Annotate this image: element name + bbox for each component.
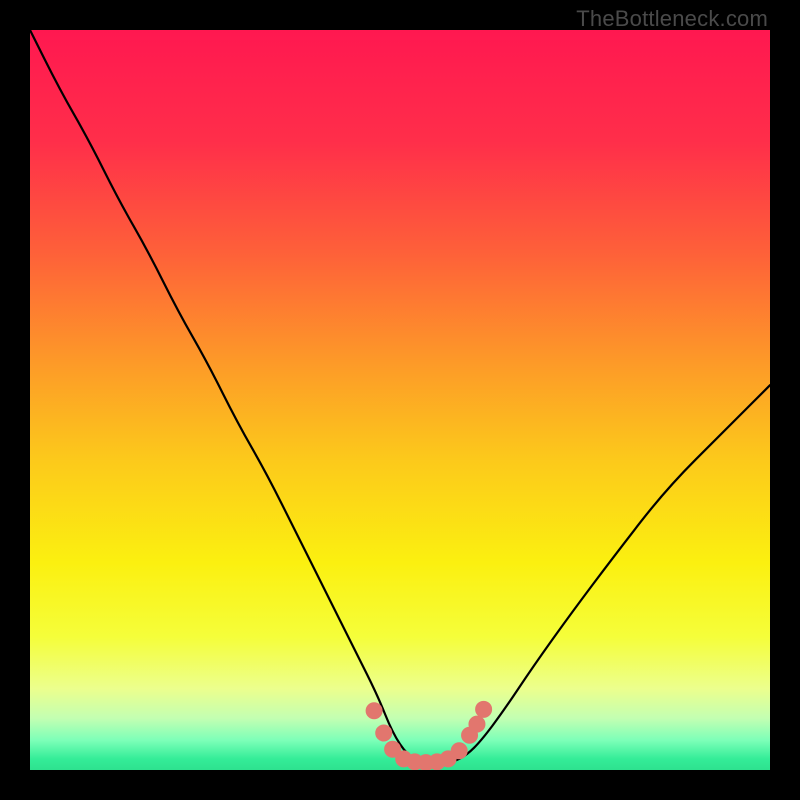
gradient-background — [30, 30, 770, 770]
watermark-text: TheBottleneck.com — [576, 6, 768, 32]
chart-frame: TheBottleneck.com — [0, 0, 800, 800]
plot-area — [30, 30, 770, 770]
